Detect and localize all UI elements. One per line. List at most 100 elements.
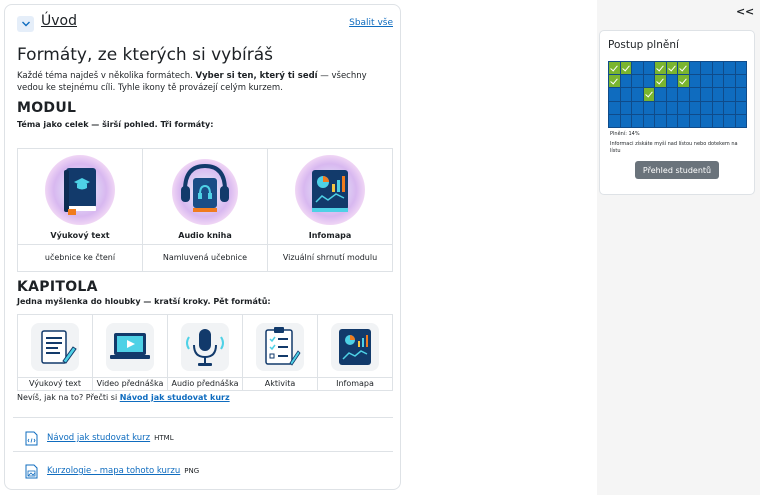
resource-item[interactable]: Návod jak studovat kurz HTML — [25, 429, 174, 447]
completion-cell-todo[interactable] — [735, 114, 746, 127]
completion-cell-todo[interactable] — [620, 88, 631, 101]
completion-cell-todo[interactable] — [643, 62, 654, 75]
completion-cell-todo[interactable] — [712, 75, 723, 88]
completion-cell-todo[interactable] — [655, 101, 666, 114]
divider — [13, 451, 393, 452]
completion-cell-todo[interactable] — [620, 75, 631, 88]
progress-hint: Informaci získáte myší nad lístou nebo d… — [610, 141, 738, 154]
drawer-toggle-button[interactable]: < < — [736, 5, 754, 18]
format-cell-infomap: Infomapa Vizuální shrnutí modulu — [268, 149, 392, 271]
resource-item[interactable]: Kurzologie - mapa tohoto kurzu PNG — [25, 462, 199, 480]
completion-cell-todo[interactable] — [724, 88, 735, 101]
video-laptop-icon — [103, 320, 157, 374]
completion-cell-todo[interactable] — [689, 114, 700, 127]
completion-cell-todo[interactable] — [620, 114, 631, 127]
completion-cell-todo[interactable] — [689, 62, 700, 75]
completion-cell-todo[interactable] — [632, 75, 643, 88]
completion-cell-done[interactable] — [609, 75, 620, 88]
format-cell-text: Výukový text — [18, 315, 93, 390]
collapse-section-button[interactable] — [17, 16, 34, 32]
completion-cell-done[interactable] — [609, 62, 620, 75]
resource-type: HTML — [154, 434, 174, 442]
block-title: Postup plnění — [608, 39, 679, 51]
completion-cell-todo[interactable] — [712, 62, 723, 75]
completion-cell-todo[interactable] — [666, 75, 677, 88]
format-cell-audio: Audio přednáška — [168, 315, 243, 390]
completion-cell-todo[interactable] — [655, 114, 666, 127]
completion-cell-todo[interactable] — [655, 88, 666, 101]
completion-cell-todo[interactable] — [689, 88, 700, 101]
format-name: Výukový text — [50, 231, 110, 240]
completion-cell-todo[interactable] — [678, 88, 689, 101]
resource-link[interactable]: Návod jak studovat kurz — [47, 433, 150, 443]
completion-cell-todo[interactable] — [712, 88, 723, 101]
completion-cell-todo[interactable] — [724, 114, 735, 127]
completion-cell-todo[interactable] — [735, 101, 746, 114]
completion-cell-todo[interactable] — [724, 62, 735, 75]
completion-cell-done[interactable] — [666, 62, 677, 75]
completion-cell-todo[interactable] — [701, 62, 712, 75]
section-title[interactable]: Úvod — [41, 13, 77, 29]
students-overview-button[interactable]: Přehled studentů — [635, 161, 719, 179]
row-divider — [18, 377, 92, 378]
row-divider — [18, 244, 142, 245]
completion-cell-todo[interactable] — [735, 75, 746, 88]
modul-subheading: Téma jako celek — širší pohled. Tři form… — [17, 120, 214, 129]
format-cell-video: Video přednáška — [93, 315, 168, 390]
completion-cell-todo[interactable] — [712, 101, 723, 114]
completion-cell-todo[interactable] — [678, 101, 689, 114]
completion-cell-todo[interactable] — [701, 88, 712, 101]
completion-cell-todo[interactable] — [689, 75, 700, 88]
row-divider — [243, 377, 317, 378]
collapse-all-link[interactable]: Sbalit vše — [349, 18, 393, 28]
completion-cell-todo[interactable] — [609, 114, 620, 127]
completion-cell-done[interactable] — [655, 75, 666, 88]
completion-cell-todo[interactable] — [735, 62, 746, 75]
completion-cell-todo[interactable] — [701, 75, 712, 88]
completion-cell-todo[interactable] — [632, 88, 643, 101]
completion-cell-todo[interactable] — [620, 101, 631, 114]
completion-cell-done[interactable] — [678, 62, 689, 75]
completion-cell-todo[interactable] — [643, 114, 654, 127]
completion-cell-done[interactable] — [643, 88, 654, 101]
howto-link[interactable]: Návod jak studovat kurz — [120, 393, 230, 402]
format-desc: Namluvená učebnice — [162, 253, 248, 262]
completion-cell-todo[interactable] — [689, 101, 700, 114]
completion-cell-todo[interactable] — [724, 75, 735, 88]
completion-cell-todo[interactable] — [701, 101, 712, 114]
completion-cell-todo[interactable] — [666, 101, 677, 114]
format-name: Výukový text — [28, 379, 82, 388]
completion-cell-todo[interactable] — [712, 114, 723, 127]
html-file-icon — [25, 431, 38, 445]
completion-cell-done[interactable] — [620, 62, 631, 75]
completion-cell-todo[interactable] — [632, 62, 643, 75]
modul-formats-table: Výukový text učebnice ke čtení Audio kni… — [17, 148, 393, 272]
completion-cell-todo[interactable] — [609, 88, 620, 101]
completion-cell-todo[interactable] — [701, 114, 712, 127]
chevron-down-icon — [21, 21, 30, 27]
format-desc: Vizuální shrnutí modulu — [282, 253, 378, 262]
format-name: Infomapa — [336, 379, 374, 388]
completion-cell-todo[interactable] — [643, 101, 654, 114]
intro-text: Každé téma najdeš v několika formátech. … — [17, 71, 367, 93]
infomap-book-icon — [294, 153, 366, 227]
infomap-tablet-icon — [328, 320, 382, 374]
format-cell-audiobook: Audio kniha Namluvená učebnice — [143, 149, 268, 271]
completion-cell-todo[interactable] — [632, 101, 643, 114]
resource-link[interactable]: Kurzologie - mapa tohoto kurzu — [47, 466, 180, 476]
completion-cell-todo[interactable] — [643, 75, 654, 88]
completion-cell-todo[interactable] — [666, 88, 677, 101]
format-name: Infomapa — [308, 231, 352, 240]
format-desc: učebnice ke čtení — [44, 253, 116, 262]
kapitola-formats-table: Výukový text Video přednáška Audio předn… — [17, 314, 393, 391]
completion-cell-todo[interactable] — [724, 101, 735, 114]
completion-cell-done[interactable] — [678, 75, 689, 88]
completion-cell-todo[interactable] — [678, 114, 689, 127]
completion-grid[interactable] — [608, 61, 747, 128]
row-divider — [93, 377, 167, 378]
completion-cell-todo[interactable] — [735, 88, 746, 101]
completion-cell-todo[interactable] — [666, 114, 677, 127]
completion-cell-todo[interactable] — [609, 101, 620, 114]
completion-cell-done[interactable] — [655, 62, 666, 75]
completion-cell-todo[interactable] — [632, 114, 643, 127]
